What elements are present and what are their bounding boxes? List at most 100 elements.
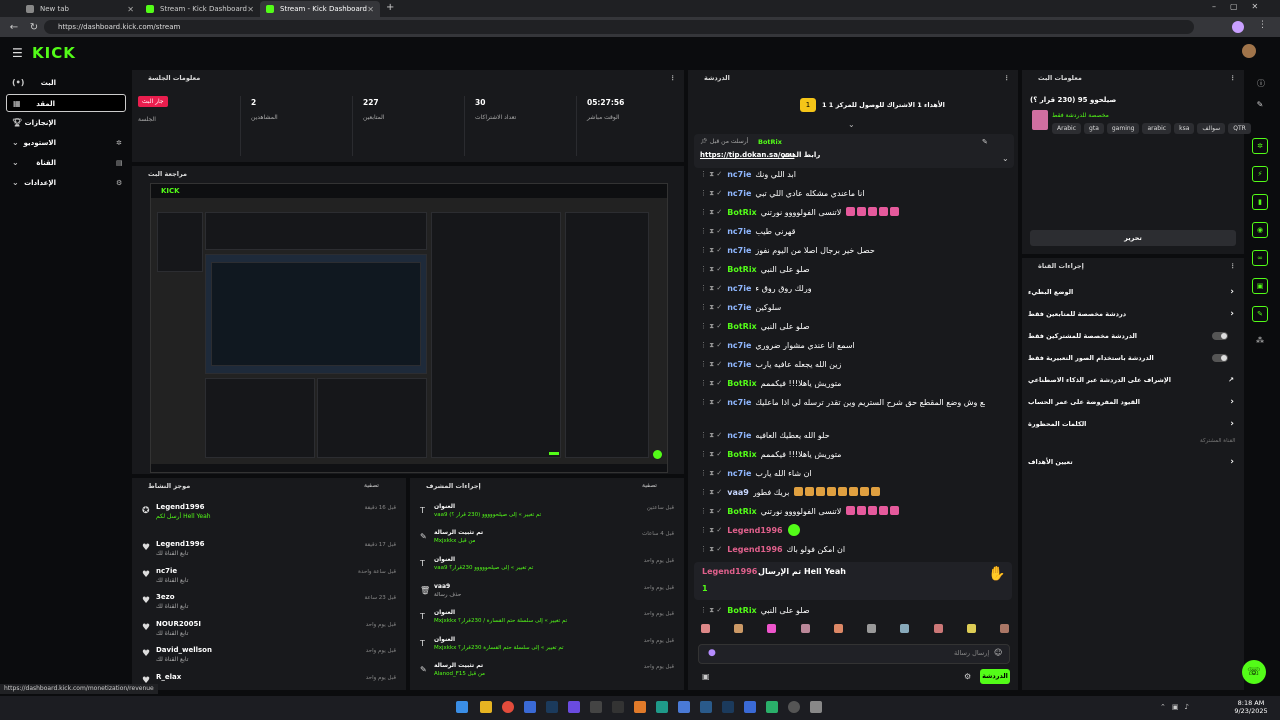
channel-action-emotes-only[interactable]: الدردشة باستخدام الصور التعبيرية فقط: [1028, 347, 1238, 369]
new-tab-icon[interactable]: +: [386, 2, 394, 13]
list-item[interactable]: ✪ Legend1996 أرسل لكم Hell Yeah قبل 16 دقيق…: [138, 503, 400, 529]
chat-message[interactable]: ⋮ ⧗ ✓ nc7ie المهم اسمع وش وضع المقطع حق شر…: [700, 393, 1010, 411]
chat-username[interactable]: nc7ie: [727, 431, 751, 440]
app-icon[interactable]: [634, 701, 646, 713]
clipboard-icon[interactable]: ▮: [1252, 194, 1268, 210]
chrome-icon[interactable]: [502, 701, 514, 713]
channel-action-account-age[interactable]: القيود المفروضة على عمر الحساب ›: [1028, 391, 1238, 413]
channel-action-slow-mode[interactable]: الوضع البطيء ›: [1028, 281, 1238, 303]
chat-message[interactable]: ⋮ ⧗ ✓ nc7ie ابد اللي ونك: [700, 165, 1010, 183]
chat-username[interactable]: nc7ie: [727, 303, 751, 312]
close-icon[interactable]: ✕: [367, 5, 374, 14]
browser-profile-icon[interactable]: [1232, 21, 1244, 33]
chat-settings-icon[interactable]: ▣: [702, 672, 710, 681]
kick-logo[interactable]: KICK: [32, 44, 76, 62]
sidebar-item-studio[interactable]: ⌄ الاستوديو ✲: [6, 134, 126, 152]
app-icon[interactable]: [810, 701, 822, 713]
chat-message[interactable]: ⋮ ⧗ ✓ BotRix لاتنسى الفولوووو نورتني: [700, 203, 1010, 221]
toggle-switch[interactable]: [1212, 332, 1228, 340]
chat-message[interactable]: ⋮ ⧗ ✓ Legend1996 ان امكن فولو باك: [700, 540, 1010, 558]
chat-username[interactable]: Legend1996: [727, 545, 782, 554]
share-icon[interactable]: ⁂: [1256, 336, 1264, 345]
tag[interactable]: ksa: [1174, 123, 1195, 134]
tag[interactable]: arabic: [1142, 123, 1172, 134]
app-icon[interactable]: [788, 701, 800, 713]
browser-tab[interactable]: Stream - Kick Dashboard ✕: [140, 1, 260, 17]
gift-user[interactable]: Legend1996: [702, 567, 757, 576]
chat-message[interactable]: ⋮ ⧗ ✓ nc7ie سلوكين: [700, 298, 1010, 316]
emoji-icon[interactable]: ☺: [994, 648, 1002, 657]
chat-username[interactable]: BotRix: [727, 379, 756, 388]
chat-message[interactable]: ⋮ ⧗ ✓ nc7ie قهرني طيب: [700, 222, 1010, 240]
app-icon[interactable]: [766, 701, 778, 713]
toggle-switch[interactable]: [1212, 354, 1228, 362]
chat-message[interactable]: ⋮ ⧗ ✓ BotRix صلو على النبي: [700, 260, 1010, 278]
chat-message[interactable]: ⋮ ⧗ ✓ nc7ie حلو الله يعطيك العافيه: [700, 426, 1010, 444]
system-tray-icons[interactable]: ⌃▣♪: [1160, 703, 1195, 711]
channel-action-banned-words[interactable]: الكلمات المحظورة ›: [1028, 413, 1238, 435]
sidebar-item-channel[interactable]: ⌄ القناة ▤: [6, 154, 126, 172]
sidebar-item-achievements[interactable]: 🏆︎ الإنجازات: [6, 114, 126, 132]
steam-icon[interactable]: [546, 701, 558, 713]
browser-tab-active[interactable]: Stream - Kick Dashboard ✕: [260, 1, 380, 17]
app-icon[interactable]: [722, 701, 734, 713]
list-item[interactable]: ✎ تم تثبيت الرسالة Mxjxkkx من قبل قبل 4 ساع…: [416, 529, 678, 555]
app-icon[interactable]: [524, 701, 536, 713]
app-icon[interactable]: [744, 701, 756, 713]
edit-icon[interactable]: ✎: [1252, 100, 1268, 116]
browser-tab[interactable]: New tab ✕: [20, 1, 140, 17]
tag[interactable]: سوالف: [1197, 123, 1226, 134]
channel-action-goals[interactable]: تعيين الأهداف ›: [1028, 451, 1238, 473]
sidebar-item-live[interactable]: (•) البث: [6, 74, 126, 92]
chat-username[interactable]: vaa9: [727, 488, 749, 497]
sidebar-item-settings[interactable]: ⌄ الإعدادات ⚙: [6, 174, 126, 192]
chat-username[interactable]: nc7ie: [727, 398, 751, 407]
emote-icon[interactable]: [833, 624, 843, 633]
reload-icon[interactable]: ↻: [28, 22, 40, 33]
app-icon[interactable]: [678, 701, 690, 713]
list-item[interactable]: ♥ David_wellson تابع القناة لك قبل يوم واحد: [138, 646, 400, 672]
chat-username[interactable]: nc7ie: [727, 360, 751, 369]
chat-message[interactable]: ⋮ ⧗ ✓ nc7ie اسمع انا عندي مشوار ضروري: [700, 336, 1010, 354]
more-icon[interactable]: ⋮: [1004, 70, 1011, 86]
chat-username[interactable]: BotRix: [727, 507, 756, 516]
tag[interactable]: Arabic: [1052, 123, 1082, 134]
send-button[interactable]: الدردشة: [980, 669, 1010, 684]
pinned-user[interactable]: BotRix: [758, 138, 782, 146]
tag[interactable]: QTR: [1228, 123, 1251, 134]
window-controls[interactable]: –▢✕: [1212, 2, 1272, 11]
chat-bubble-icon[interactable]: ◉: [1252, 222, 1268, 238]
chat-message[interactable]: ⋮ ⧗ ✓ Legend1996: [700, 521, 1010, 539]
avatar[interactable]: [1242, 44, 1256, 58]
app-icon[interactable]: [568, 701, 580, 713]
filter-button[interactable]: تصفية: [642, 482, 657, 489]
chat-username[interactable]: BotRix: [727, 450, 756, 459]
list-item[interactable]: ✎ تم تثبيت الرسالة Alanod_F15 من قبل قبل يو…: [416, 662, 678, 688]
list-item[interactable]: 🗑︎ vaa9 حذف رسالة قبل يوم واحد: [416, 583, 678, 609]
stream-preview-video[interactable]: KICK: [150, 183, 668, 473]
edge-icon[interactable]: [656, 701, 668, 713]
list-item[interactable]: ♥ NOUR2005I تابع القناة لك قبل يوم واحد: [138, 620, 400, 646]
filter-button[interactable]: تصفية: [364, 482, 379, 489]
channel-action-subscribers-only[interactable]: الدردشة مخصصة للمشتركين فقط: [1028, 325, 1238, 347]
close-icon[interactable]: ✕: [127, 5, 134, 14]
chat-message[interactable]: ⋮ ⧗ ✓ BotRix متوريش ياهلا!!! فيكممم: [700, 445, 1010, 463]
emote-icon[interactable]: [767, 624, 777, 633]
emote-icon[interactable]: [734, 624, 744, 633]
chat-username[interactable]: nc7ie: [727, 189, 751, 198]
chat-message[interactable]: ⋮ ⧗ ✓ nc7ie حصل خير برجال اصلا من اليوم نف…: [700, 241, 1010, 259]
chat-message[interactable]: ⋮ ⧗ ✓ nc7ie ورلك روق روق ء: [700, 279, 1010, 297]
emote-icon[interactable]: [966, 624, 976, 633]
info-icon[interactable]: ⓘ: [1257, 78, 1265, 89]
chat-message[interactable]: ⋮ ⧗ ✓ BotRix صلو على النبي: [700, 601, 1010, 619]
chat-username[interactable]: BotRix: [727, 208, 756, 217]
pinned-link[interactable]: https://tip.dokan.sa/osu: [700, 151, 794, 159]
list-item[interactable]: ♥ 3ezo تابع القناة لك قبل 23 ساعة: [138, 593, 400, 619]
tag[interactable]: gaming: [1106, 123, 1140, 134]
chat-username[interactable]: nc7ie: [727, 284, 751, 293]
chat-message[interactable]: ⋮ ⧗ ✓ nc7ie انا ماعندي مشكله عادي اللي تبي: [700, 184, 1010, 202]
emote-icon[interactable]: [933, 624, 943, 633]
close-icon[interactable]: ✕: [247, 5, 254, 14]
emote-icon[interactable]: [701, 624, 710, 633]
tools-icon[interactable]: ▣: [1252, 278, 1268, 294]
